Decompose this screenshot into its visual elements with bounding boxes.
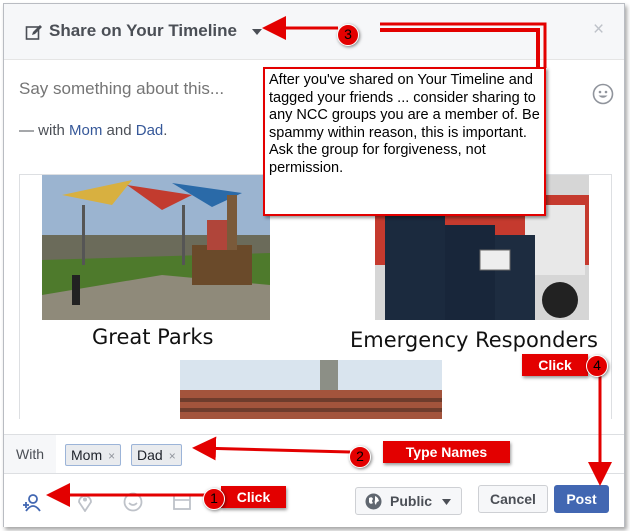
step-badge: 2 <box>349 446 371 468</box>
globe-icon <box>365 493 382 510</box>
friend-token[interactable]: Dad × <box>131 444 182 466</box>
chevron-down-icon <box>442 499 451 505</box>
post-button[interactable]: Post <box>554 485 609 513</box>
tagged-friend-link[interactable]: Mom <box>69 122 102 139</box>
chevron-down-icon[interactable] <box>252 29 262 35</box>
annotation-note: After you've shared on Your Timeline and… <box>263 67 546 216</box>
dialog-title[interactable]: Share on Your Timeline <box>49 21 237 41</box>
friend-token-name: Mom <box>71 447 103 463</box>
with-label: With <box>4 435 56 473</box>
friend-token[interactable]: Mom × <box>65 444 122 466</box>
remove-token-button[interactable]: × <box>108 449 115 463</box>
with-joiner: and <box>102 122 136 139</box>
step-badge: 1 <box>203 488 225 510</box>
tag-people-icon[interactable] <box>22 492 42 512</box>
location-icon[interactable] <box>75 492 95 512</box>
step-badge: 3 <box>337 24 359 46</box>
emoji-icon[interactable] <box>592 83 614 105</box>
friend-token-name: Dad <box>137 447 163 463</box>
with-friends-bar: With Mom × Dad × <box>4 434 624 474</box>
tagged-friend-link[interactable]: Dad <box>136 122 164 139</box>
attachment-caption: Great Parks <box>92 325 214 349</box>
step-badge: 4 <box>586 355 608 377</box>
audience-label: Public <box>390 493 433 509</box>
with-prefix: — with <box>19 122 70 139</box>
feeling-icon[interactable] <box>123 492 143 512</box>
park-photo <box>42 175 270 320</box>
sticker-icon[interactable] <box>172 492 192 512</box>
remove-token-button[interactable]: × <box>169 449 176 463</box>
cancel-button[interactable]: Cancel <box>478 485 548 513</box>
building-photo <box>180 360 442 419</box>
close-button[interactable]: × <box>593 19 604 41</box>
dialog-header: Share on Your Timeline × <box>4 4 624 60</box>
edit-pencil-icon <box>25 25 42 40</box>
with-suffix: . <box>163 122 168 139</box>
annotation-label: Click <box>522 354 588 376</box>
audience-selector[interactable]: Public <box>355 487 462 515</box>
annotation-label: Click <box>221 486 286 508</box>
dialog-footer: Public Cancel Post <box>4 475 624 527</box>
tagged-with-line: — with Mom and Dad. <box>19 122 167 139</box>
annotation-label: Type Names <box>383 441 510 463</box>
attachment-caption: Emergency Responders <box>350 328 598 352</box>
